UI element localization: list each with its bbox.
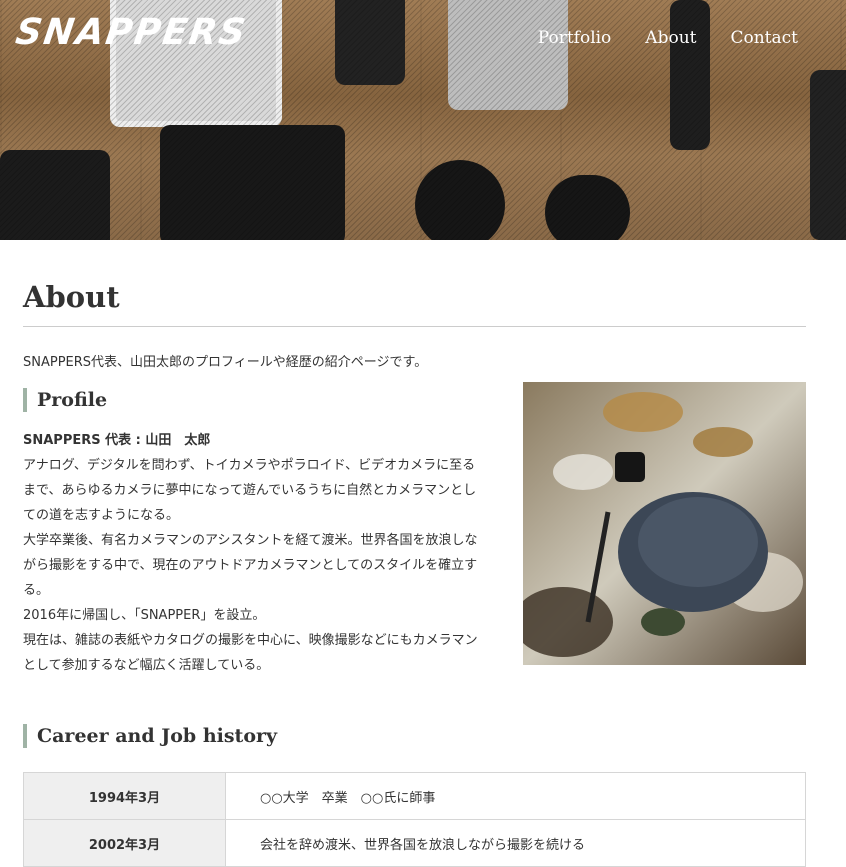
career-date: 1994年3月 (23, 772, 226, 820)
nav-portfolio[interactable]: Portfolio (538, 28, 612, 48)
table-row: 1994年3月 ○○大学 卒業 ○○氏に師事 (23, 772, 806, 820)
profile-name: SNAPPERS 代表 : 山田 太郎 (23, 433, 211, 448)
career-date: 2002年3月 (23, 819, 226, 867)
profile-photo (523, 382, 806, 665)
career-desc: ○○大学 卒業 ○○氏に師事 (225, 772, 806, 820)
main-content: About SNAPPERS代表、山田太郎のプロフィールや経歴の紹介ページです。… (23, 270, 806, 867)
hero-header: SNAPPERS Portfolio About Contact (0, 0, 846, 240)
nav-contact[interactable]: Contact (730, 28, 798, 48)
profile-text: SNAPPERS 代表 : 山田 太郎 アナログ、デジタルを問わず、トイカメラや… (23, 428, 478, 678)
profile-paragraph: アナログ、デジタルを問わず、トイカメラやポラロイド、ビデオカメラに至るまで、あら… (23, 458, 477, 523)
table-row: 2002年3月 会社を辞め渡米、世界各国を放浪しながら撮影を続ける (23, 819, 806, 867)
main-nav: Portfolio About Contact (538, 28, 798, 48)
career-heading: Career and Job history (23, 724, 806, 748)
intro-text: SNAPPERS代表、山田太郎のプロフィールや経歴の紹介ページです。 (23, 355, 428, 370)
profile-paragraph: 2016年に帰国し、「SNAPPER」を設立。 (23, 608, 266, 623)
site-logo[interactable]: SNAPPERS (13, 12, 250, 53)
career-desc: 会社を辞め渡米、世界各国を放浪しながら撮影を続ける (225, 819, 806, 867)
profile-paragraph: 大学卒業後、有名カメラマンのアシスタントを経て渡米。世界各国を放浪しながら撮影を… (23, 533, 478, 598)
photographer-image (523, 382, 806, 665)
career-table: 1994年3月 ○○大学 卒業 ○○氏に師事 2002年3月 会社を辞め渡米、世… (23, 772, 806, 867)
profile-paragraph: 現在は、雑誌の表紙やカタログの撮影を中心に、映像撮影などにもカメラマンとして参加… (23, 633, 478, 673)
nav-about[interactable]: About (645, 28, 696, 48)
page-title: About (23, 270, 806, 327)
career-section: Career and Job history 1994年3月 ○○大学 卒業 ○… (23, 724, 806, 867)
profile-section: Profile SNAPPERS 代表 : 山田 太郎 アナログ、デジタルを問わ… (23, 382, 806, 678)
